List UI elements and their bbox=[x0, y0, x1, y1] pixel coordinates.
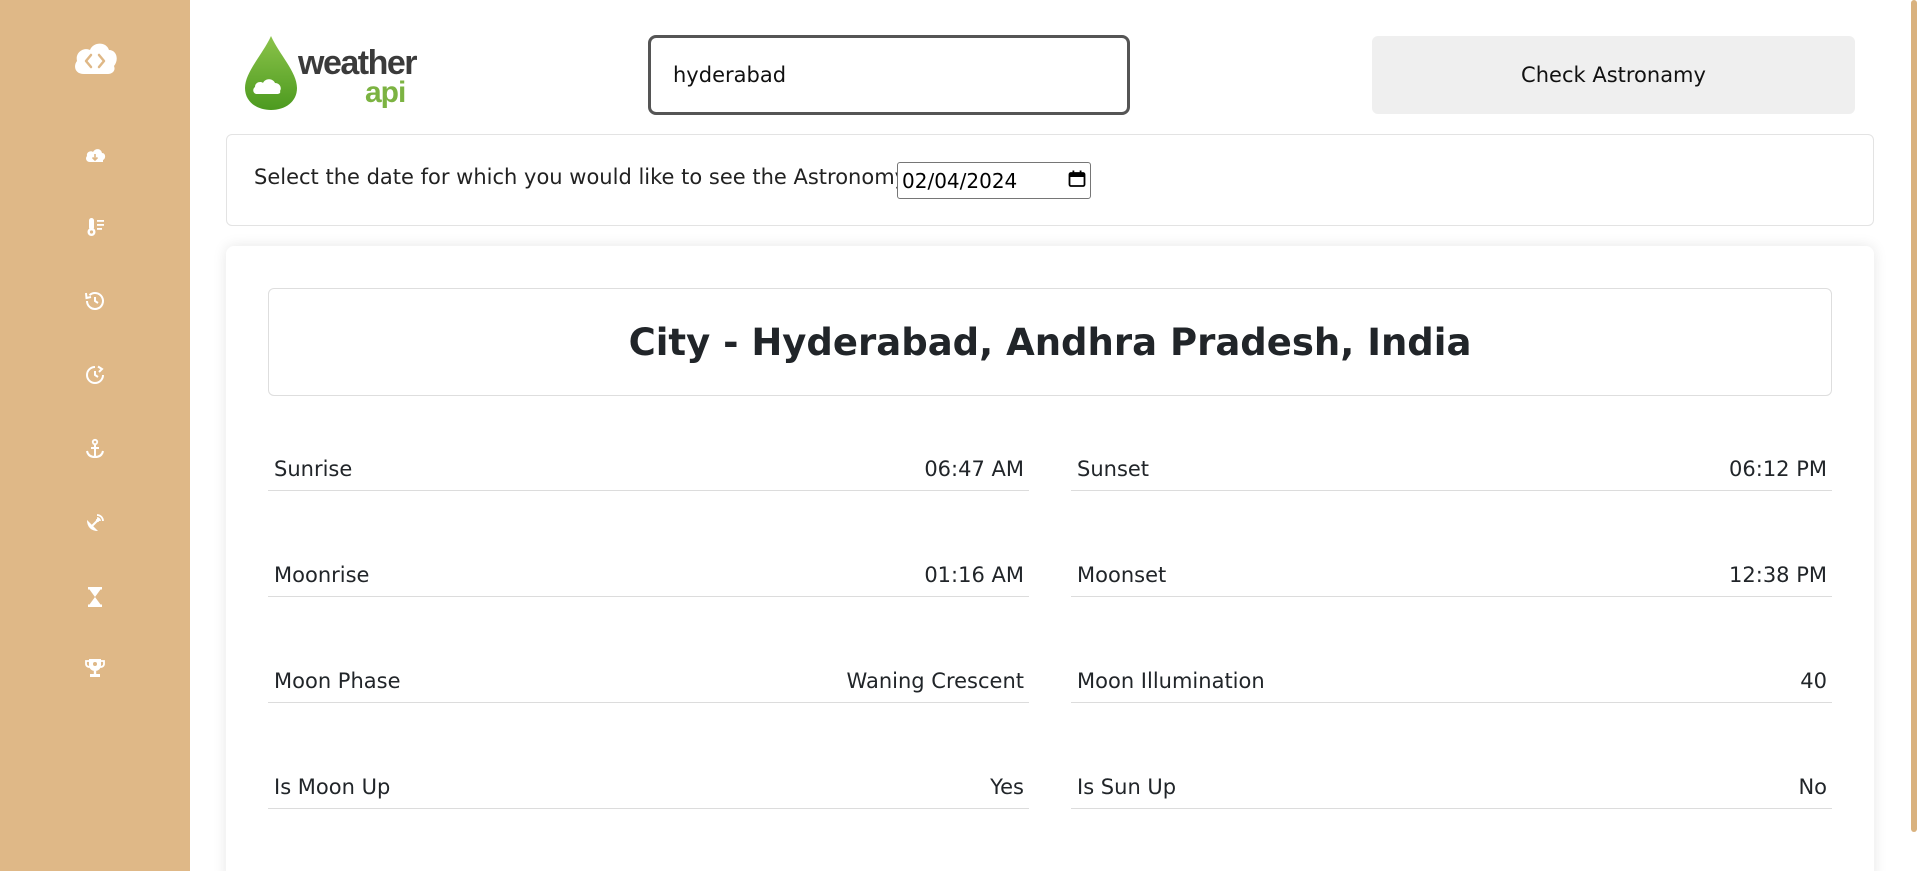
date-selector-card: Select the date for which you would like… bbox=[226, 134, 1874, 226]
anchor-icon[interactable] bbox=[83, 437, 107, 461]
page-scrollbar-thumb[interactable] bbox=[1911, 0, 1917, 832]
astro-row-is-sun-up: Is Sun Up No bbox=[1071, 769, 1832, 809]
astro-row-is-moon-up: Is Moon Up Yes bbox=[268, 769, 1029, 809]
date-selector-label: Select the date for which you would like… bbox=[254, 165, 911, 189]
astro-value: No bbox=[1798, 774, 1827, 799]
astro-value: 40 bbox=[1800, 668, 1827, 693]
city-title-box: City - Hyderabad, Andhra Pradesh, India bbox=[268, 288, 1832, 396]
date-input[interactable]: 02/04/2024 bbox=[897, 162, 1091, 199]
astro-row-sunrise: Sunrise 06:47 AM bbox=[268, 451, 1029, 491]
calendar-icon[interactable] bbox=[1068, 169, 1086, 193]
astronomy-card: City - Hyderabad, Andhra Pradesh, India … bbox=[226, 246, 1874, 871]
cloud-download-icon[interactable] bbox=[83, 143, 107, 167]
city-search-input[interactable] bbox=[648, 35, 1130, 115]
astro-row-moon-illumination: Moon Illumination 40 bbox=[1071, 663, 1832, 703]
astro-value: Waning Crescent bbox=[846, 668, 1024, 693]
astro-label: Is Moon Up bbox=[274, 774, 391, 799]
water-drop-logo-icon bbox=[245, 36, 297, 110]
astro-label: Moon Phase bbox=[274, 668, 401, 693]
astro-label: Is Sun Up bbox=[1077, 774, 1177, 799]
future-clock-icon[interactable] bbox=[83, 363, 107, 387]
astro-row-sunset: Sunset 06:12 PM bbox=[1071, 451, 1832, 491]
astro-row-moon-phase: Moon Phase Waning Crescent bbox=[268, 663, 1029, 703]
satellite-dish-icon[interactable] bbox=[83, 511, 107, 535]
astro-value: 06:47 AM bbox=[924, 456, 1024, 481]
astro-value: 01:16 AM bbox=[924, 562, 1024, 587]
hourglass-icon[interactable] bbox=[83, 585, 107, 609]
astro-value: 12:38 PM bbox=[1729, 562, 1827, 587]
astro-row-moonset: Moonset 12:38 PM bbox=[1071, 557, 1832, 597]
cloud-code-logo-icon[interactable] bbox=[72, 38, 118, 78]
astro-label: Sunset bbox=[1077, 456, 1150, 481]
astro-row-moonrise: Moonrise 01:16 AM bbox=[268, 557, 1029, 597]
check-astronomy-button[interactable]: Check Astronamy bbox=[1372, 36, 1855, 114]
city-title: City - Hyderabad, Andhra Pradesh, India bbox=[628, 320, 1472, 364]
astro-label: Moonset bbox=[1077, 562, 1167, 587]
trophy-icon[interactable] bbox=[83, 656, 107, 680]
astro-label: Sunrise bbox=[274, 456, 353, 481]
astro-value: 06:12 PM bbox=[1729, 456, 1827, 481]
thermometer-icon[interactable] bbox=[83, 215, 107, 239]
weatherapi-logo[interactable]: weather api bbox=[243, 34, 418, 114]
history-icon[interactable] bbox=[83, 289, 107, 313]
astro-value: Yes bbox=[990, 774, 1024, 799]
date-input-value: 02/04/2024 bbox=[902, 168, 1018, 193]
astro-label: Moonrise bbox=[274, 562, 370, 587]
sidebar bbox=[0, 0, 190, 871]
astro-label: Moon Illumination bbox=[1077, 668, 1265, 693]
brand-word-api: api bbox=[365, 76, 406, 109]
